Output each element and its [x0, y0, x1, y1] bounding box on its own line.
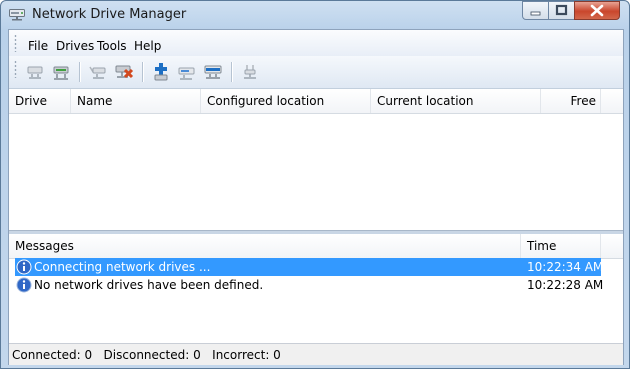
menu-tools[interactable]: Tools	[97, 39, 127, 53]
toolbar	[9, 56, 623, 89]
edit-drive-button[interactable]	[176, 61, 198, 83]
menu-bar: File Drives Tools Help	[9, 30, 623, 56]
network-settings-button[interactable]	[239, 61, 261, 83]
edit-drive-icon	[178, 67, 195, 80]
remove-drive-icon	[204, 65, 222, 79]
add-drive-icon	[154, 63, 168, 81]
connect-all-button[interactable]	[87, 61, 109, 83]
message-text: Connecting network drives ...	[34, 260, 211, 274]
column-messages[interactable]: Messages	[9, 234, 521, 258]
info-icon	[16, 259, 32, 275]
maximize-button[interactable]	[548, 1, 575, 20]
message-time: 10:22:28 AM	[527, 278, 604, 292]
message-row[interactable]: Connecting network drives ... 10:22:34 A…	[15, 258, 604, 276]
close-icon	[590, 4, 604, 17]
add-drive-button[interactable]	[150, 61, 172, 83]
connect-all-icon	[89, 66, 106, 79]
toolbar-separator	[231, 62, 232, 82]
connect-drive-button[interactable]	[24, 61, 46, 83]
toolbar-grip[interactable]	[14, 60, 17, 78]
disconnect-all-icon	[115, 65, 134, 79]
menu-drives[interactable]: Drives	[56, 39, 94, 53]
drives-list[interactable]	[9, 114, 623, 230]
info-icon	[16, 277, 32, 293]
message-row[interactable]: No network drives have been defined. 10:…	[15, 276, 604, 294]
network-settings-icon	[244, 65, 256, 79]
disconnect-drive-icon	[53, 66, 69, 80]
column-free[interactable]: Free	[541, 89, 601, 113]
column-time[interactable]: Time	[521, 234, 601, 258]
column-current-location[interactable]: Current location	[371, 89, 541, 113]
status-text: Connected: 0 Disconnected: 0 Incorrect: …	[12, 348, 281, 362]
main-area: File Drives Tools Help Drive Name Config…	[8, 29, 624, 365]
column-name[interactable]: Name	[71, 89, 201, 113]
message-time: 10:22:34 AM	[527, 260, 604, 274]
connect-drive-icon	[27, 66, 43, 79]
messages-table-header: Messages Time	[9, 234, 623, 259]
toolbar-separator	[79, 62, 80, 82]
minimize-icon	[530, 11, 541, 16]
minimize-button[interactable]	[522, 1, 549, 20]
disconnect-all-button[interactable]	[113, 61, 135, 83]
disconnect-drive-button[interactable]	[50, 61, 72, 83]
status-bar: Connected: 0 Disconnected: 0 Incorrect: …	[9, 343, 623, 365]
menu-grip[interactable]	[14, 34, 17, 52]
column-drive[interactable]: Drive	[9, 89, 71, 113]
maximize-icon	[555, 4, 568, 16]
app-window: Network Drive Manager File Drives Tools …	[0, 0, 630, 369]
toolbar-separator	[142, 62, 143, 82]
menu-file[interactable]: File	[28, 39, 48, 53]
title-bar[interactable]: Network Drive Manager	[1, 1, 629, 29]
column-configured-location[interactable]: Configured location	[201, 89, 371, 113]
message-text: No network drives have been defined.	[34, 278, 264, 292]
remove-drive-button[interactable]	[202, 61, 224, 83]
menu-help[interactable]: Help	[134, 39, 161, 53]
drives-table-header: Drive Name Configured location Current l…	[9, 89, 623, 114]
close-button[interactable]	[574, 1, 620, 20]
network-drive-icon	[9, 9, 25, 21]
window-title: Network Drive Manager	[32, 7, 187, 22]
